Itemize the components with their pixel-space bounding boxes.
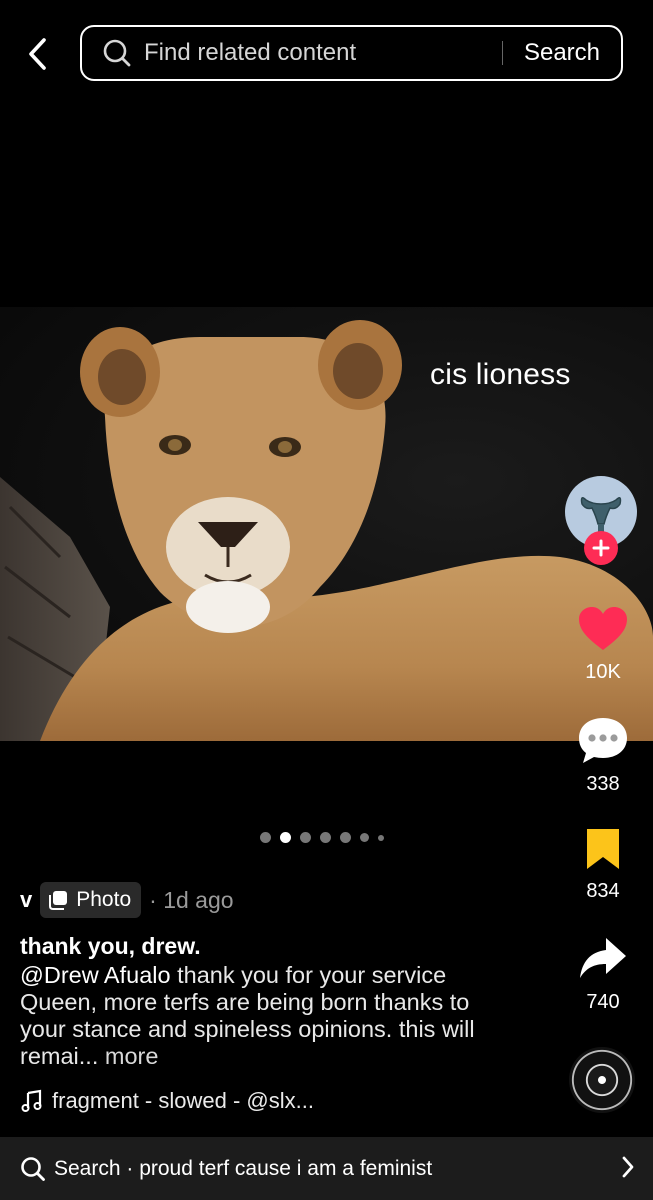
heart-icon: [579, 607, 627, 650]
follow-button[interactable]: [584, 531, 618, 565]
carousel-dot: [260, 832, 271, 843]
uterus-icon: [580, 497, 622, 532]
carousel-dot: [340, 832, 351, 843]
related-search-bar[interactable]: Search · proud terf cause i am a feminis…: [0, 1137, 653, 1200]
post-title: thank you, drew.: [20, 933, 201, 959]
save-button[interactable]: 834: [564, 827, 642, 903]
post-time: · 1d ago: [149, 886, 234, 913]
save-count: 834: [586, 880, 620, 902]
carousel-dot: [360, 833, 369, 842]
like-button[interactable]: 10K: [564, 606, 642, 684]
carousel-dot: [320, 832, 331, 843]
chevron-right-icon: [622, 1156, 634, 1178]
music-title: fragment - slowed - @slx...: [52, 1088, 314, 1113]
search-button[interactable]: Search: [503, 39, 621, 67]
carousel-dot: [300, 832, 311, 843]
photo-badge-label: Photo: [76, 888, 132, 911]
search-icon: [21, 1156, 45, 1181]
carousel-indicator: [260, 832, 384, 843]
share-arrow-icon: [580, 938, 626, 978]
share-count: 740: [586, 991, 620, 1013]
comment-icon: [579, 718, 627, 763]
search-bar[interactable]: Find related content Search: [80, 25, 623, 81]
search-icon: [102, 38, 132, 68]
related-search-label: Search · proud terf cause i am a feminis…: [54, 1156, 433, 1180]
more-link[interactable]: more: [105, 1043, 159, 1069]
carousel-dot-active: [280, 832, 291, 843]
music-note-icon: [21, 1089, 42, 1112]
music-row[interactable]: fragment - slowed - @slx...: [20, 1088, 314, 1114]
share-button[interactable]: 740: [564, 936, 642, 1014]
photo-stack-icon: [49, 891, 68, 910]
like-count: 10K: [585, 661, 621, 683]
comment-button[interactable]: 338: [564, 716, 642, 796]
carousel-dot: [378, 834, 384, 841]
comment-count: 338: [586, 773, 620, 795]
plus-icon: [592, 539, 610, 557]
creator-avatar[interactable]: [565, 476, 639, 566]
back-button[interactable]: [18, 32, 58, 76]
search-input[interactable]: Find related content: [144, 39, 502, 67]
post-description: @Drew Afualo thank you for your service …: [20, 962, 500, 1070]
chevron-left-icon: [29, 38, 46, 70]
photo-caption: cis lioness: [430, 358, 571, 391]
music-disc[interactable]: [569, 1047, 635, 1113]
mention-link[interactable]: @Drew Afualo: [20, 962, 171, 988]
photo-badge: Photo: [40, 882, 142, 918]
author-row: v Photo · 1d ago: [20, 882, 234, 918]
author-name[interactable]: v: [20, 887, 32, 913]
bookmark-icon: [587, 829, 619, 869]
